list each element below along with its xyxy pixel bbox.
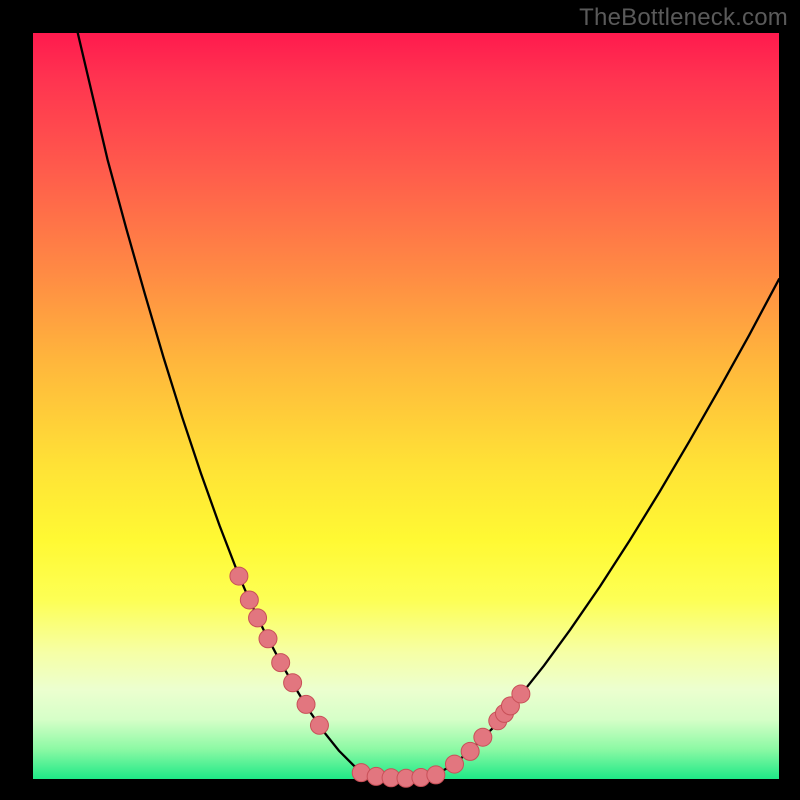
data-point [310, 716, 328, 734]
marker-group [230, 567, 530, 787]
bottleneck-curve [78, 33, 779, 778]
series-group [78, 33, 779, 778]
data-point [272, 654, 290, 672]
data-point [249, 609, 267, 627]
data-point [445, 755, 463, 773]
data-point [297, 695, 315, 713]
data-point [512, 685, 530, 703]
data-point [427, 766, 445, 784]
curve-svg [33, 33, 779, 779]
plot-area [33, 33, 779, 779]
data-point [284, 674, 302, 692]
watermark-text: TheBottleneck.com [579, 4, 788, 32]
data-point [240, 591, 258, 609]
data-point [259, 630, 277, 648]
data-point [230, 567, 248, 585]
data-point [474, 728, 492, 746]
data-point [461, 742, 479, 760]
chart-frame: TheBottleneck.com [0, 0, 800, 800]
